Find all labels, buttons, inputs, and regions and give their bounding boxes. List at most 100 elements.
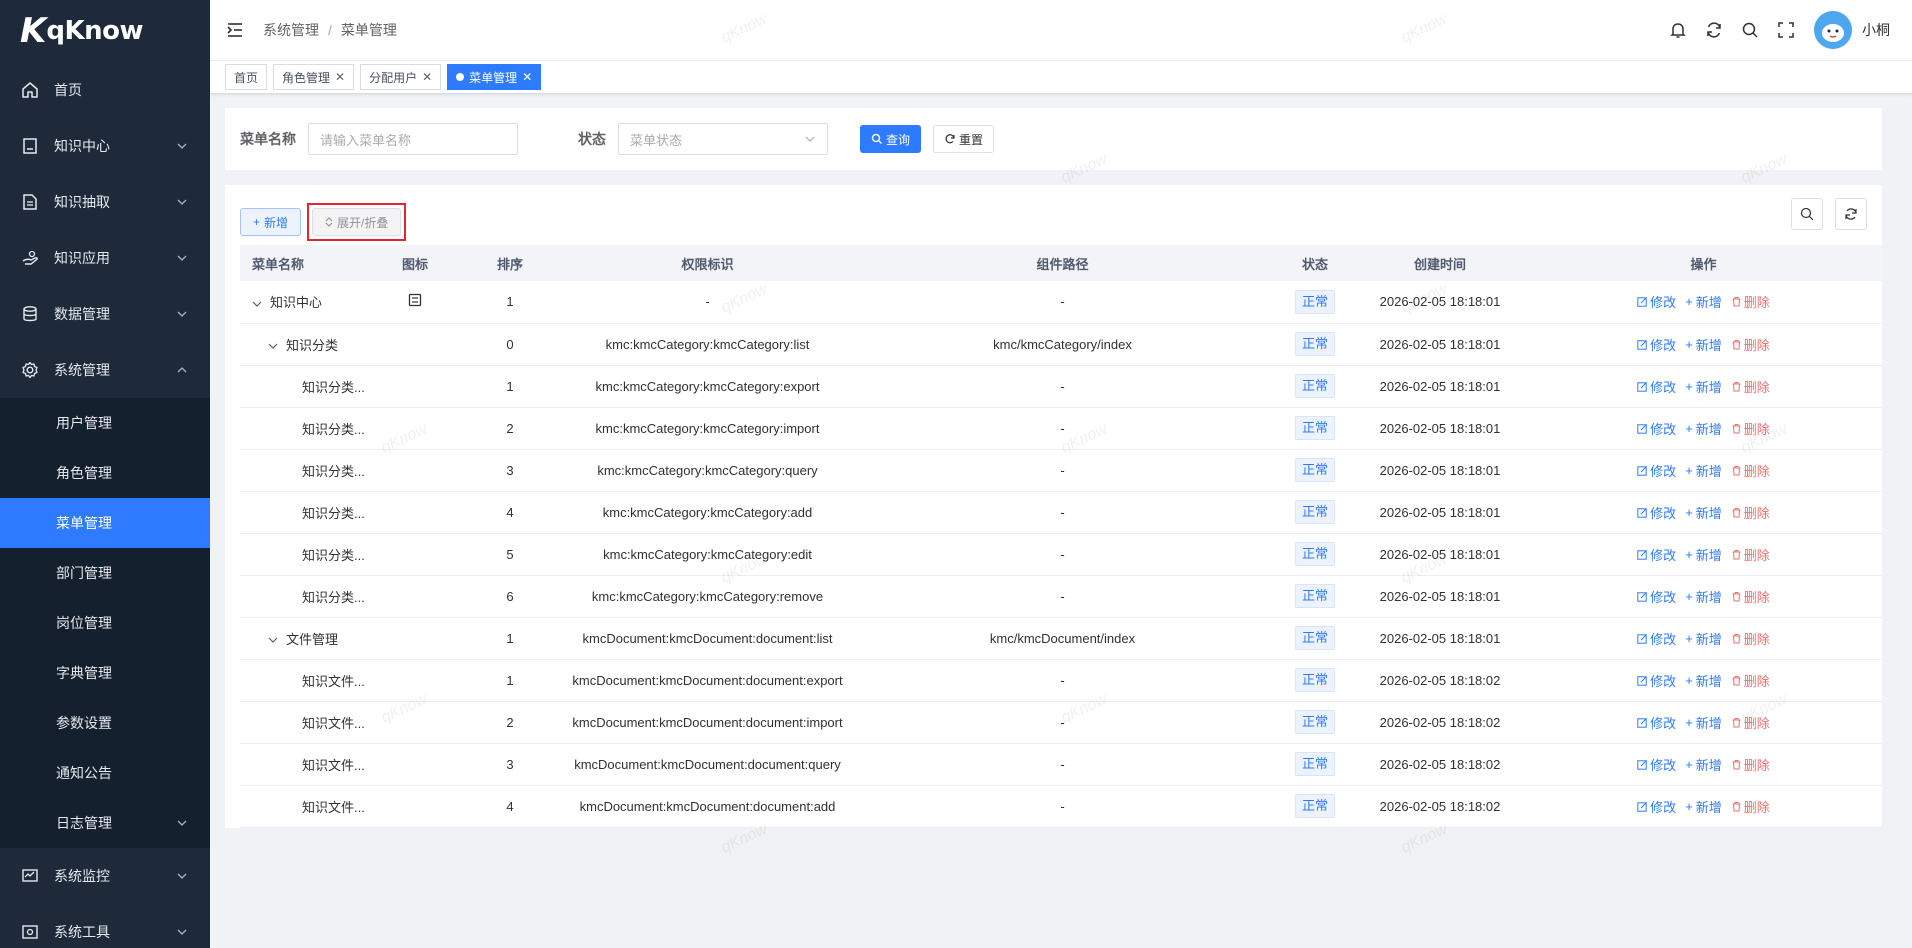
table-row[interactable]: 知识文件... 3 kmcDocument:kmcDocument:document… [240, 743, 1882, 786]
delete-button[interactable]: 删除 [1731, 292, 1770, 311]
table-row[interactable]: 知识分类... 3 kmc:kmcCategory:kmcCategory:quer… [240, 449, 1882, 492]
expand-collapse-button[interactable]: 展开/折叠 [312, 208, 402, 236]
chevron-down-icon[interactable] [268, 635, 278, 645]
tag-roles[interactable]: 角色管理 ✕ [273, 64, 355, 90]
menu-created-time: 2026-02-05 18:18:01 [1355, 449, 1525, 492]
table-row[interactable]: 知识文件... 2 kmcDocument:kmcDocument:document… [240, 701, 1882, 744]
status-select[interactable]: 菜单状态 [618, 123, 828, 155]
delete-button[interactable]: 删除 [1731, 335, 1770, 354]
delete-button[interactable]: 删除 [1731, 503, 1770, 522]
toggle-search-button[interactable] [1791, 198, 1823, 230]
delete-button[interactable]: 删除 [1731, 419, 1770, 438]
add-child-button[interactable]: + 新增 [1685, 587, 1722, 606]
add-child-button[interactable]: + 新增 [1685, 755, 1722, 774]
sidebar-item-departments[interactable]: 部门管理 [0, 548, 210, 598]
edit-button[interactable]: 修改 [1637, 503, 1676, 522]
sidebar-item-knowledge-center[interactable]: 知识中心 [0, 118, 210, 174]
delete-button[interactable]: 删除 [1731, 377, 1770, 396]
sidebar-item-system-monitor[interactable]: 系统监控 [0, 848, 210, 904]
add-menu-button[interactable]: + 新增 [240, 208, 302, 236]
avatar[interactable] [1814, 11, 1852, 49]
fullscreen-icon[interactable] [1776, 20, 1796, 40]
delete-button[interactable]: 删除 [1731, 629, 1770, 648]
sidebar-item-roles[interactable]: 角色管理 [0, 448, 210, 498]
close-icon[interactable]: ✕ [422, 70, 432, 84]
edit-button[interactable]: 修改 [1637, 545, 1676, 564]
edit-button[interactable]: 修改 [1637, 629, 1676, 648]
bell-icon[interactable] [1668, 20, 1688, 40]
sidebar-item-system-tools[interactable]: 系统工具 [0, 904, 210, 948]
table-row[interactable]: 知识分类... 5 kmc:kmcCategory:kmcCategory:edit… [240, 533, 1882, 576]
sidebar-item-home[interactable]: 首页 [0, 62, 210, 118]
add-child-button[interactable]: + 新增 [1685, 545, 1722, 564]
delete-button[interactable]: 删除 [1731, 461, 1770, 480]
reset-button[interactable]: 重置 [933, 125, 995, 153]
table-row[interactable]: 文件管理 1 kmcDocument:kmcDocument:document:li… [240, 617, 1882, 660]
chevron-down-icon[interactable] [252, 299, 262, 309]
sidebar-item-system-management[interactable]: 系统管理 [0, 342, 210, 398]
sidebar-item-data-management[interactable]: 数据管理 [0, 286, 210, 342]
add-child-button[interactable]: + 新增 [1685, 461, 1722, 480]
close-icon[interactable]: ✕ [522, 70, 532, 84]
sidebar-item-knowledge-app[interactable]: 知识应用 [0, 230, 210, 286]
add-child-button[interactable]: + 新增 [1685, 629, 1722, 648]
add-child-button[interactable]: + 新增 [1685, 377, 1722, 396]
table-row[interactable]: 知识分类 0 kmc:kmcCategory:kmcCategory:list kmc… [240, 323, 1882, 366]
add-child-button[interactable]: + 新增 [1685, 503, 1722, 522]
refresh-icon[interactable] [1704, 20, 1724, 40]
table-row[interactable]: 知识分类... 4 kmc:kmcCategory:kmcCategory:add -… [240, 491, 1882, 534]
tag-home[interactable]: 首页 [225, 64, 268, 90]
table-row[interactable]: 知识分类... 1 kmc:kmcCategory:kmcCategory:expo… [240, 365, 1882, 408]
delete-button[interactable]: 删除 [1731, 587, 1770, 606]
edit-button[interactable]: 修改 [1637, 587, 1676, 606]
add-child-button[interactable]: + 新增 [1685, 335, 1722, 354]
edit-button[interactable]: 修改 [1637, 671, 1676, 690]
menu-name-input[interactable]: 请输入菜单名称 [308, 123, 518, 155]
menu-status-cell: 正常 [1275, 323, 1355, 366]
add-child-button[interactable]: + 新增 [1685, 797, 1722, 816]
chevron-down-icon[interactable] [268, 341, 278, 351]
add-child-button[interactable]: + 新增 [1685, 419, 1722, 438]
delete-button[interactable]: 删除 [1731, 755, 1770, 774]
delete-button[interactable]: 删除 [1731, 797, 1770, 816]
add-child-button[interactable]: + 新增 [1685, 292, 1722, 311]
delete-button[interactable]: 删除 [1731, 713, 1770, 732]
table-row[interactable]: 知识分类... 6 kmc:kmcCategory:kmcCategory:remo… [240, 575, 1882, 618]
menu-fold-icon[interactable] [225, 20, 245, 40]
sidebar-item-posts[interactable]: 岗位管理 [0, 598, 210, 648]
add-child-button[interactable]: + 新增 [1685, 713, 1722, 732]
delete-button[interactable]: 删除 [1731, 545, 1770, 564]
edit-button[interactable]: 修改 [1637, 419, 1676, 438]
logo[interactable]: K qKnow [0, 0, 210, 62]
edit-button[interactable]: 修改 [1637, 377, 1676, 396]
sidebar-item-notices[interactable]: 通知公告 [0, 748, 210, 798]
edit-button[interactable]: 修改 [1637, 335, 1676, 354]
table-row[interactable]: 知识文件... 4 kmcDocument:kmcDocument:document… [240, 785, 1882, 828]
edit-button[interactable]: 修改 [1637, 713, 1676, 732]
table-row[interactable]: 知识中心 1- - 正常 2026-02-05 18:18:01 修改 + 新增 删除 [240, 281, 1882, 324]
table-row[interactable]: 知识文件... 1 kmcDocument:kmcDocument:document… [240, 659, 1882, 702]
breadcrumb-item[interactable]: 系统管理 [263, 20, 319, 40]
edit-button[interactable]: 修改 [1637, 797, 1676, 816]
delete-button[interactable]: 删除 [1731, 671, 1770, 690]
edit-button[interactable]: 修改 [1637, 461, 1676, 480]
tag-menus[interactable]: 菜单管理 ✕ [447, 64, 542, 90]
sidebar-item-logs[interactable]: 日志管理 [0, 798, 210, 848]
refresh-button[interactable] [1835, 198, 1867, 230]
table-row[interactable]: 知识分类... 2 kmc:kmcCategory:kmcCategory:impo… [240, 407, 1882, 450]
close-icon[interactable]: ✕ [335, 70, 345, 84]
edit-button[interactable]: 修改 [1637, 755, 1676, 774]
sidebar-item-params[interactable]: 参数设置 [0, 698, 210, 748]
add-child-button[interactable]: + 新增 [1685, 671, 1722, 690]
sidebar-item-knowledge-extract[interactable]: 知识抽取 [0, 174, 210, 230]
sidebar-item-menus[interactable]: 菜单管理 [0, 498, 210, 548]
database-icon [20, 304, 40, 324]
sidebar-item-dictionary[interactable]: 字典管理 [0, 648, 210, 698]
sidebar-item-users[interactable]: 用户管理 [0, 398, 210, 448]
query-button[interactable]: 查询 [860, 125, 922, 153]
username[interactable]: 小桐 [1862, 20, 1890, 40]
tag-assign-users[interactable]: 分配用户 ✕ [360, 64, 442, 90]
edit-button[interactable]: 修改 [1637, 292, 1676, 311]
edit-label: 修改 [1650, 337, 1677, 353]
search-icon[interactable] [1740, 20, 1760, 40]
